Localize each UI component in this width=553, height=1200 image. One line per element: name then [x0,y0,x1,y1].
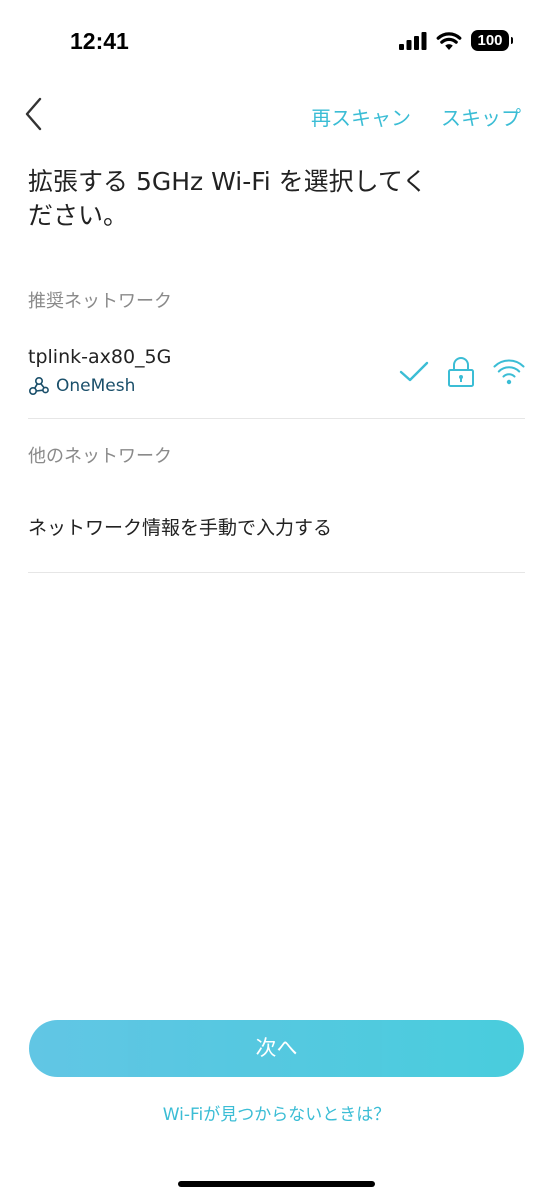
status-icons: 100 [399,30,513,51]
recommended-network-header: 推奨ネットワーク [28,291,172,312]
skip-button[interactable]: スキップ [441,102,521,131]
wifi-icon [436,32,462,50]
manual-network-entry-label: ネットワーク情報を手動で入力する [28,517,333,539]
onemesh-label: OneMesh [56,376,136,396]
battery-level: 100 [477,32,503,49]
wifi-not-found-help-link[interactable]: Wi-Fiが見つからないときは？ [0,1100,553,1125]
network-name: tplink-ax80_5G [28,346,172,368]
cellular-signal-icon [399,31,427,50]
back-button[interactable] [18,92,58,136]
next-button[interactable]: 次へ [29,1020,524,1077]
manual-network-entry[interactable]: ネットワーク情報を手動で入力する [28,495,525,573]
status-bar: 12:41 100 [0,0,553,84]
checkmark-icon [399,361,429,382]
onemesh-badge: OneMesh [28,376,135,396]
network-status-icons [399,356,525,388]
wifi-signal-icon [493,359,525,385]
home-indicator [178,1181,375,1187]
other-network-header: 他のネットワーク [28,446,172,467]
lock-icon [448,357,474,387]
page-title: 拡張する 5GHz Wi-Fi を選択してください。 [28,167,428,230]
rescan-button[interactable]: 再スキャン [311,102,411,131]
network-item-tplink-ax80-5g[interactable]: tplink-ax80_5G OneMesh [28,340,525,419]
status-time: 12:41 [70,28,129,54]
nav-bar: 再スキャン スキップ [0,90,553,142]
battery-icon: 100 [471,30,513,51]
onemesh-icon [28,376,49,396]
chevron-left-icon [25,97,42,131]
